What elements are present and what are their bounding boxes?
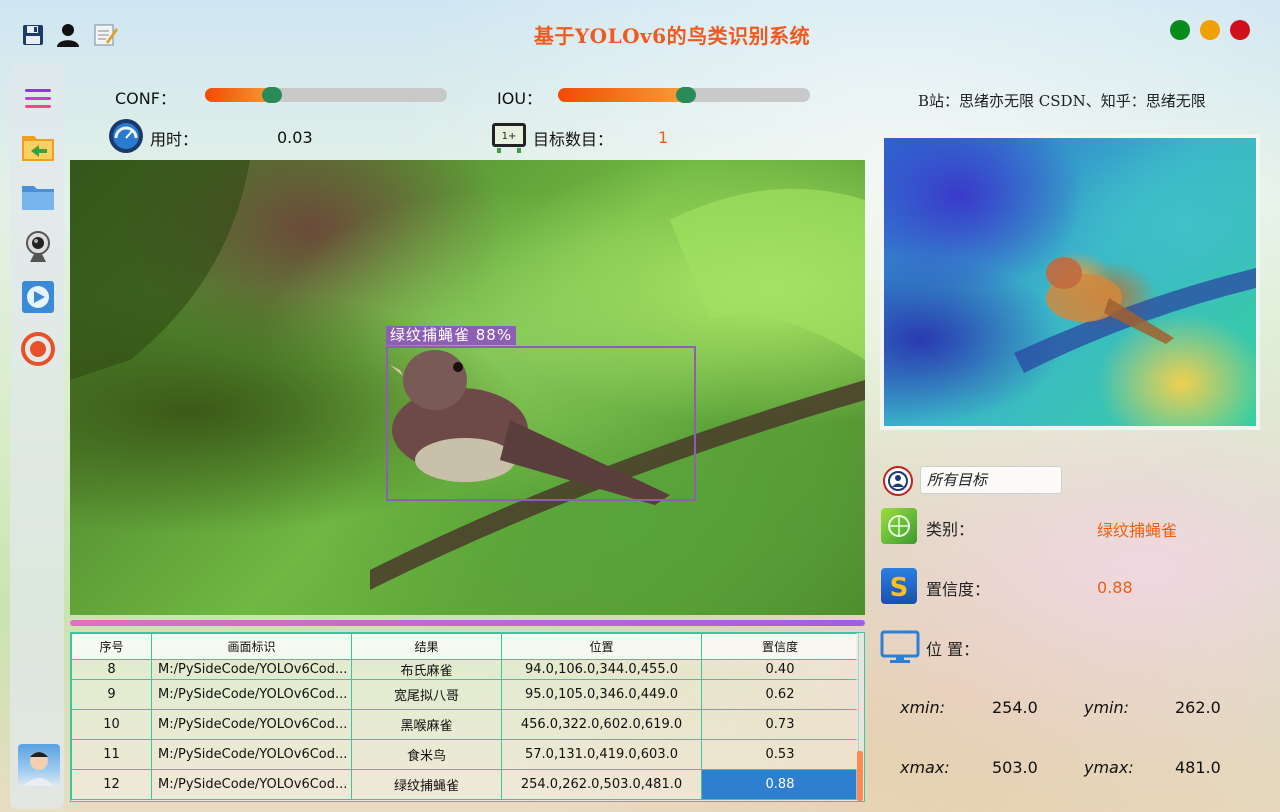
svg-text:S: S <box>890 573 909 601</box>
minimize-button[interactable] <box>1200 20 1220 40</box>
iou-slider[interactable] <box>558 87 810 103</box>
column-header[interactable]: 置信度 <box>701 633 859 660</box>
cell-conf: 0.88 <box>701 769 859 800</box>
cell-path: M:/PySideCode/YOLOv6Cod... <box>151 769 352 800</box>
menu-icon[interactable] <box>21 82 55 116</box>
cell-path: M:/PySideCode/YOLOv6Cod... <box>151 659 352 680</box>
cell-result: 黑喉麻雀 <box>351 709 502 740</box>
table-row-selected[interactable]: 12 M:/PySideCode/YOLOv6Cod... 绿纹捕蝇雀 254.… <box>71 769 859 800</box>
cell-path: M:/PySideCode/YOLOv6Cod... <box>151 679 352 710</box>
class-label: 类别： <box>926 520 975 539</box>
count-value: 1 <box>658 128 669 147</box>
table-row[interactable]: 8 M:/PySideCode/YOLOv6Cod... 布氏麻雀 94.0,1… <box>71 659 859 680</box>
category-icon <box>881 508 917 544</box>
table-row[interactable]: 11 M:/PySideCode/YOLOv6Cod... 食米鸟 57.0,1… <box>71 739 859 770</box>
cell-path: M:/PySideCode/YOLOv6Cod... <box>151 739 352 770</box>
results-table: 序号 画面标识 结果 位置 置信度 8 M:/PySideCode/YOLOv6… <box>70 632 865 802</box>
position-label: 位 置： <box>926 640 980 659</box>
credit-text: B站：思绪亦无限 CSDN、知乎：思绪无限 <box>918 92 1206 110</box>
ymin-value: 262.0 <box>1175 698 1221 717</box>
confidence-icon: S <box>881 568 917 604</box>
conf-slider-handle[interactable] <box>262 87 282 103</box>
table-header-row: 序号 画面标识 结果 位置 置信度 <box>71 633 859 660</box>
cell-result: 布氏麻雀 <box>351 659 502 680</box>
cell-position: 254.0,262.0,503.0,481.0 <box>501 769 702 800</box>
cell-position: 94.0,106.0,344.0,455.0 <box>501 659 702 680</box>
svg-text:1+: 1+ <box>502 131 517 142</box>
close-button[interactable] <box>1230 20 1250 40</box>
webcam-icon[interactable] <box>21 230 55 264</box>
monitor-icon <box>880 630 920 664</box>
table-row[interactable]: 10 M:/PySideCode/YOLOv6Cod... 黑喉麻雀 456.0… <box>71 709 859 740</box>
stop-icon[interactable] <box>21 332 55 366</box>
cell-conf: 0.53 <box>701 739 859 770</box>
xmin-value: 254.0 <box>992 698 1038 717</box>
detection-label: 绿纹捕蝇雀 88% <box>386 326 517 345</box>
iou-slider-fill <box>558 88 695 102</box>
class-value: 绿纹捕蝇雀 <box>1097 521 1178 540</box>
column-header[interactable]: 画面标识 <box>151 633 352 660</box>
ymax-value: 481.0 <box>1175 758 1221 777</box>
avatar[interactable] <box>18 744 60 786</box>
detection-image: 绿纹捕蝇雀 88% <box>70 160 865 615</box>
xmax-label: xmax: <box>900 758 950 777</box>
cell-id: 12 <box>71 769 152 800</box>
cell-result: 宽尾拟八哥 <box>351 679 502 710</box>
cell-conf: 0.62 <box>701 679 859 710</box>
xmin-label: xmin: <box>900 698 946 717</box>
video-play-icon[interactable] <box>21 280 55 314</box>
heatmap-image <box>880 134 1260 430</box>
detection-bounding-box <box>386 346 696 501</box>
cell-id: 11 <box>71 739 152 770</box>
progress-bar <box>70 620 865 626</box>
iou-label: IOU： <box>497 89 543 108</box>
column-header[interactable]: 结果 <box>351 633 502 660</box>
table-scrollbar[interactable] <box>856 633 864 801</box>
iou-slider-handle[interactable] <box>676 87 696 103</box>
confidence-label: 置信度： <box>926 580 991 599</box>
folder-icon[interactable] <box>21 180 55 214</box>
open-folder-import-icon[interactable] <box>21 130 55 164</box>
cell-position: 456.0,322.0,602.0,619.0 <box>501 709 702 740</box>
sidebar <box>10 64 64 809</box>
cell-id: 9 <box>71 679 152 710</box>
cell-id: 10 <box>71 709 152 740</box>
tv-counter-icon: 1+ <box>491 120 527 154</box>
ymin-label: ymin: <box>1084 698 1130 717</box>
xmax-value: 503.0 <box>992 758 1038 777</box>
cell-result: 食米鸟 <box>351 739 502 770</box>
conf-slider[interactable] <box>205 87 447 103</box>
table-scrollbar-thumb[interactable] <box>857 751 863 801</box>
confidence-value: 0.88 <box>1097 578 1133 597</box>
conf-label: CONF： <box>115 89 176 108</box>
cell-path: M:/PySideCode/YOLOv6Cod... <box>151 709 352 740</box>
time-value: 0.03 <box>277 128 313 147</box>
app-title: 基于YOLOv6的鸟类识别系统 <box>533 24 811 48</box>
table-row[interactable]: 9 M:/PySideCode/YOLOv6Cod... 宽尾拟八哥 95.0,… <box>71 679 859 710</box>
cell-position: 57.0,131.0,419.0,603.0 <box>501 739 702 770</box>
speedometer-icon <box>108 118 144 154</box>
ymax-label: ymax: <box>1084 758 1134 777</box>
target-select[interactable]: 所有目标 <box>920 466 1062 494</box>
cell-id: 8 <box>71 659 152 680</box>
cell-conf: 0.40 <box>701 659 859 680</box>
column-header[interactable]: 位置 <box>501 633 702 660</box>
maximize-button[interactable] <box>1170 20 1190 40</box>
cell-position: 95.0,105.0,346.0,449.0 <box>501 679 702 710</box>
cell-result: 绿纹捕蝇雀 <box>351 769 502 800</box>
cell-conf: 0.73 <box>701 709 859 740</box>
time-label: 用时： <box>150 130 199 149</box>
column-header[interactable]: 序号 <box>71 633 152 660</box>
target-icon <box>882 465 914 497</box>
count-label: 目标数目： <box>533 130 614 149</box>
